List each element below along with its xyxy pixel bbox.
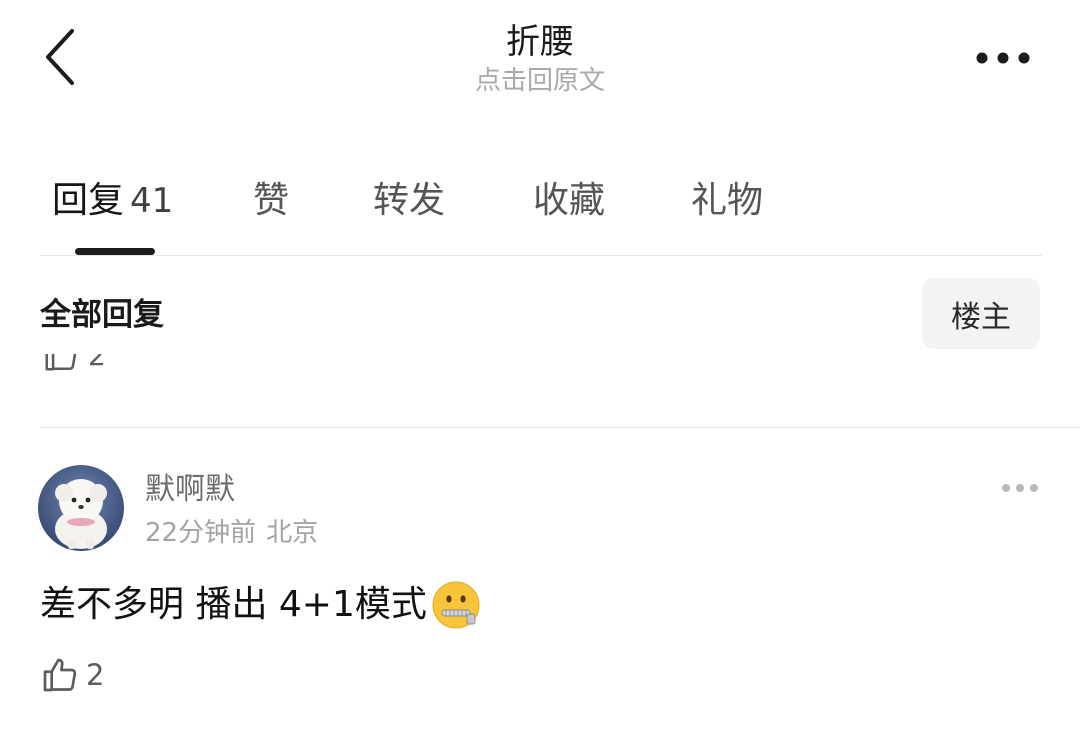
comment-divider	[40, 427, 1080, 428]
tabs-divider	[40, 255, 1042, 256]
all-replies-heading: 全部回复	[40, 297, 164, 333]
previous-comment-like-count: 2	[88, 354, 106, 372]
more-horizontal-icon	[976, 52, 1030, 64]
tab-favorites[interactable]: 收藏	[533, 176, 605, 226]
tab-gifts[interactable]: 礼物	[691, 176, 763, 226]
comment-location: 北京	[266, 518, 319, 548]
active-tab-indicator	[75, 248, 155, 255]
comment-more-button[interactable]	[990, 470, 1050, 506]
thumbs-up-icon	[45, 354, 77, 371]
back-button[interactable]	[30, 22, 90, 92]
comment-like-count: 2	[86, 658, 105, 692]
comment-meta: 22分钟前 北京	[145, 515, 318, 551]
tab-replies[interactable]: 回复 41	[52, 176, 173, 226]
tab-likes[interactable]: 赞	[253, 176, 289, 226]
op-only-button[interactable]: 楼主	[922, 278, 1040, 349]
comment-like-button[interactable]: 2	[40, 655, 104, 695]
back-to-original-link[interactable]: 点击回原文	[340, 64, 740, 98]
avatar[interactable]	[38, 465, 124, 551]
thumbs-up-icon	[43, 658, 77, 692]
comment-username[interactable]: 默啊默	[145, 470, 235, 510]
dog-avatar-image	[38, 465, 124, 551]
chevron-left-icon	[46, 29, 74, 85]
tab-replies-count: 41	[130, 181, 174, 221]
page-title: 折腰	[506, 22, 574, 62]
previous-comment-like-row[interactable]: 2	[0, 354, 300, 386]
more-horizontal-icon	[1002, 484, 1038, 492]
zipper-mouth-face-icon	[432, 581, 480, 629]
comment-body: 差不多明 播出 4+1模式	[40, 580, 481, 630]
comment-text: 差不多明 播出 4+1模式	[40, 584, 427, 625]
more-options-button[interactable]	[968, 38, 1038, 78]
tab-replies-label: 回复	[52, 180, 125, 221]
tab-reposts[interactable]: 转发	[373, 176, 445, 226]
comment-time: 22分钟前	[145, 518, 257, 548]
